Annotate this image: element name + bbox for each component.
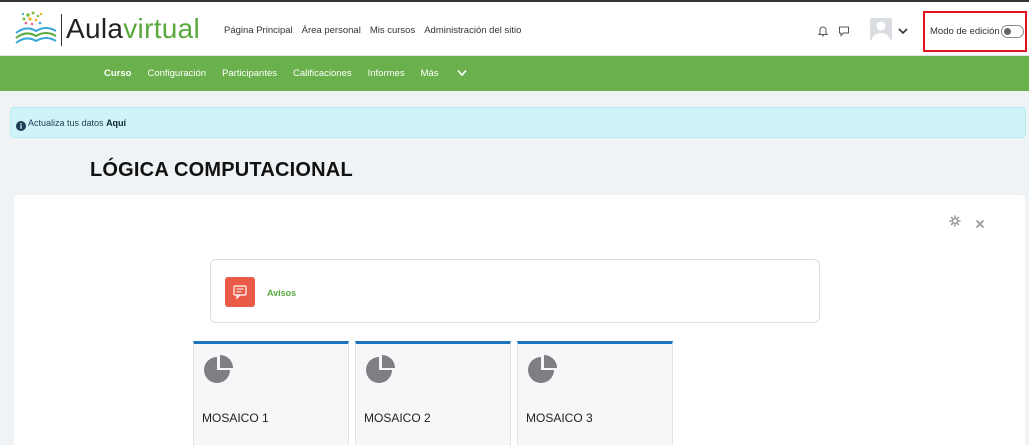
nav-item-my-courses[interactable]: Mis cursos (368, 24, 417, 37)
tab-grades[interactable]: Calificaciones (293, 68, 352, 79)
course-nav-items: Curso Configuración Participantes Califi… (104, 68, 483, 79)
tab-more-label: Más (420, 68, 439, 79)
tab-more[interactable]: Más (421, 68, 467, 79)
aulavirtual-logo-icon[interactable] (14, 9, 58, 49)
tab-reports[interactable]: Informes (368, 68, 405, 79)
edit-mode-label: Modo de edición (930, 26, 1000, 37)
tab-course[interactable]: Curso (104, 68, 131, 79)
chevron-down-icon (456, 70, 467, 77)
top-navbar: Aulavirtual Página Principal Área person… (0, 0, 1029, 56)
course-content-panel: Avisos MOSAICO 1 MOSAICO 2 MOSAICO 3 (14, 195, 1025, 445)
user-avatar[interactable] (870, 18, 892, 40)
nav-item-site-admin[interactable]: Administración del sitio (422, 24, 523, 37)
tab-participants[interactable]: Participantes (222, 68, 277, 79)
alert-text: Actualiza tus datos (28, 118, 104, 128)
tile-label: MOSAICO 3 (526, 411, 593, 425)
tab-settings[interactable]: Configuración (147, 68, 206, 79)
edit-mode-toggle[interactable] (1001, 25, 1024, 38)
brand-suffix: virtual (123, 13, 201, 44)
pie-chart-icon (364, 353, 398, 387)
primary-navigation: Página Principal Área personal Mis curso… (222, 24, 523, 37)
info-icon (16, 118, 26, 131)
course-navigation: Curso Configuración Participantes Califi… (0, 56, 1029, 91)
pie-chart-icon (526, 353, 560, 387)
tile-label: MOSAICO 1 (202, 411, 269, 425)
toggle-knob (1004, 28, 1011, 35)
brand-prefix: Aula (66, 13, 124, 44)
messages-icon[interactable] (837, 24, 851, 38)
nav-item-home[interactable]: Página Principal (222, 24, 295, 37)
activity-link-announcements[interactable]: Avisos (267, 288, 296, 298)
alert-message: Actualiza tus datos Aquí (28, 118, 126, 128)
brand-name[interactable]: Aulavirtual (66, 12, 200, 46)
tile-mosaico-1[interactable]: MOSAICO 1 (193, 341, 349, 445)
alert-link[interactable]: Aquí (106, 118, 126, 128)
tile-mosaico-3[interactable]: MOSAICO 3 (517, 341, 673, 445)
edit-mode-switch: Modo de edición (923, 11, 1027, 52)
notifications-bell-icon[interactable] (816, 24, 830, 38)
nav-item-dashboard[interactable]: Área personal (300, 24, 363, 37)
logo-divider (61, 14, 62, 46)
pie-chart-icon (202, 353, 236, 387)
tile-label: MOSAICO 2 (364, 411, 431, 425)
tile-mosaico-2[interactable]: MOSAICO 2 (355, 341, 511, 445)
page-title: LÓGICA COMPUTACIONAL (90, 159, 353, 181)
update-info-alert: Actualiza tus datos Aquí (10, 107, 1026, 138)
gear-icon[interactable] (949, 214, 961, 227)
activity-card-announcements: Avisos (210, 259, 820, 323)
close-icon[interactable] (975, 216, 985, 229)
user-menu-chevron-down-icon[interactable] (897, 24, 909, 36)
forum-icon[interactable] (225, 277, 255, 307)
